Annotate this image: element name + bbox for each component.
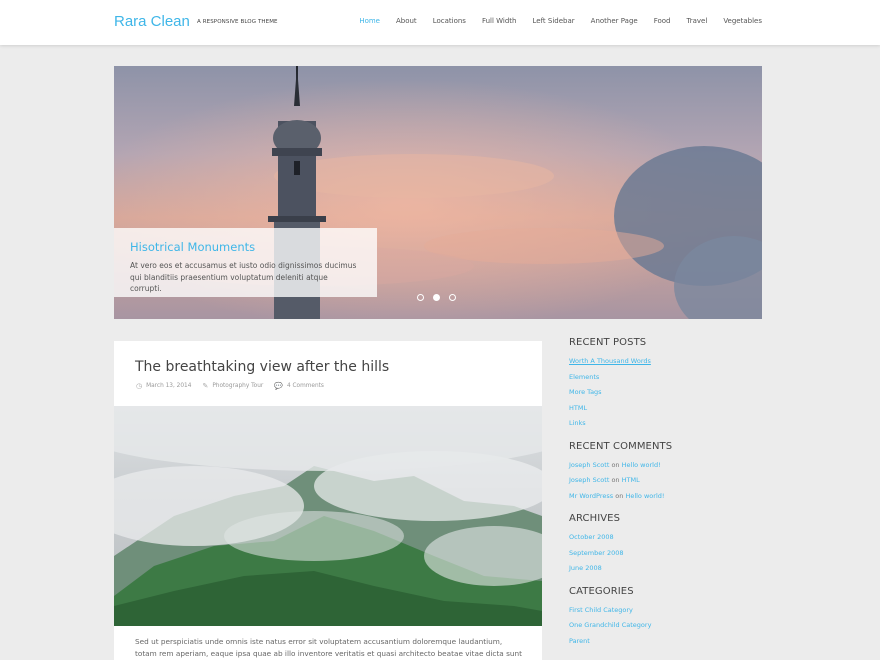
slider-pagination xyxy=(417,294,456,301)
list-item: Parent xyxy=(569,634,769,650)
category-link[interactable]: One Grandchild Category xyxy=(569,621,651,629)
site-title[interactable]: Rara Clean xyxy=(114,13,190,30)
list-item: More Tags xyxy=(569,385,769,401)
nav-item-travel[interactable]: Travel xyxy=(687,17,708,25)
recent-post-link[interactable]: Elements xyxy=(569,373,599,381)
sidebar: Recent Posts Worth A Thousand Words Elem… xyxy=(569,337,769,658)
post-title[interactable]: The breathtaking view after the hills xyxy=(135,359,389,375)
clock-icon: ◷ xyxy=(136,382,143,390)
post-featured-image[interactable] xyxy=(114,406,542,626)
comment-on-text: on xyxy=(611,476,620,484)
list-item: Joseph Scott on Hello world! xyxy=(569,458,769,474)
slider-caption: Hisotrical Monuments At vero eos et accu… xyxy=(114,228,377,297)
category-link[interactable]: Parent xyxy=(569,637,590,645)
widget-title: Recent Comments xyxy=(569,440,673,452)
nav-item-food[interactable]: Food xyxy=(654,17,671,25)
recent-post-link[interactable]: Worth A Thousand Words xyxy=(569,357,651,365)
post-date: ◷ March 13, 2014 xyxy=(136,382,191,390)
recent-post-link[interactable]: HTML xyxy=(569,404,587,412)
nav-item-locations[interactable]: Locations xyxy=(433,17,466,25)
blog-post: The breathtaking view after the hills ◷ … xyxy=(114,341,542,660)
list-item: Mr WordPress on Hello world! xyxy=(569,489,769,505)
nav-item-left-sidebar[interactable]: Left Sidebar xyxy=(533,17,575,25)
comment-author-link[interactable]: Joseph Scott xyxy=(569,476,609,484)
slider-caption-text: At vero eos et accusamus et iusto odio d… xyxy=(130,261,357,294)
nav-item-home[interactable]: Home xyxy=(359,17,380,25)
post-excerpt: Sed ut perspiciatis unde omnis iste natu… xyxy=(135,637,523,659)
widget-archives: Archives October 2008 September 2008 Jun… xyxy=(569,513,769,577)
widget-title: Recent Posts xyxy=(569,337,647,348)
comment-post-link[interactable]: HTML xyxy=(622,476,640,484)
slider-dot[interactable] xyxy=(417,294,424,301)
list-item: HTML xyxy=(569,401,769,417)
nav-item-about[interactable]: About xyxy=(396,17,417,25)
comment-post-link[interactable]: Hello world! xyxy=(625,492,664,500)
widget-title: Categories xyxy=(569,585,634,597)
recent-post-link[interactable]: Links xyxy=(569,419,586,427)
widget-title: Archives xyxy=(569,513,621,524)
post-date-text: March 13, 2014 xyxy=(146,383,192,389)
category-link[interactable]: First Child Category xyxy=(569,606,633,614)
comment-on-text: on xyxy=(611,460,620,469)
list-item: One Grandchild Category xyxy=(569,618,769,634)
list-item: Links xyxy=(569,416,769,432)
comments-icon: 💬 xyxy=(274,382,283,390)
list-item: Elements xyxy=(569,370,769,386)
comment-post-link[interactable]: Hello world! xyxy=(622,461,661,469)
list-item: September 2008 xyxy=(569,546,769,562)
comment-on-text: on xyxy=(615,491,624,500)
post-comments-text[interactable]: 4 Comments xyxy=(287,383,324,389)
widget-categories: Categories First Child Category One Gran… xyxy=(569,586,769,650)
comment-author-link[interactable]: Joseph Scott xyxy=(569,461,609,469)
recent-post-link[interactable]: More Tags xyxy=(569,388,602,396)
list-item: June 2008 xyxy=(569,561,769,577)
slider-caption-title[interactable]: Hisotrical Monuments xyxy=(130,240,361,254)
post-comments[interactable]: 💬 4 Comments xyxy=(274,382,324,390)
archive-link[interactable]: October 2008 xyxy=(569,533,614,541)
slider-dot-active[interactable] xyxy=(433,294,440,301)
archive-link[interactable]: September 2008 xyxy=(569,549,624,557)
nav-item-full-width[interactable]: Full Width xyxy=(482,17,517,25)
site-description: A Responsive Blog Theme xyxy=(197,19,278,25)
comment-author-link[interactable]: Mr WordPress xyxy=(569,492,613,500)
list-item: First Child Category xyxy=(569,603,769,619)
pencil-icon: ✎ xyxy=(202,382,209,390)
nav-item-another-page[interactable]: Another Page xyxy=(591,17,638,25)
widget-recent-comments: Recent Comments Joseph Scott on Hello wo… xyxy=(569,441,769,505)
nav-item-vegetables[interactable]: Vegetables xyxy=(723,17,762,25)
site-header: Rara Clean A Responsive Blog Theme Home … xyxy=(0,0,880,45)
post-category-text[interactable]: Photography Tour xyxy=(212,383,263,389)
list-item: October 2008 xyxy=(569,530,769,546)
main-nav: Home About Locations Full Width Left Sid… xyxy=(343,17,762,25)
slider-dot[interactable] xyxy=(449,294,456,301)
widget-recent-posts: Recent Posts Worth A Thousand Words Elem… xyxy=(569,337,769,432)
list-item: Worth A Thousand Words xyxy=(569,354,769,370)
archive-link[interactable]: June 2008 xyxy=(569,564,602,572)
post-meta: ◷ March 13, 2014 ✎ Photography Tour 💬 4 … xyxy=(136,382,335,390)
list-item: Joseph Scott on HTML xyxy=(569,473,769,489)
post-category[interactable]: ✎ Photography Tour xyxy=(202,382,263,390)
